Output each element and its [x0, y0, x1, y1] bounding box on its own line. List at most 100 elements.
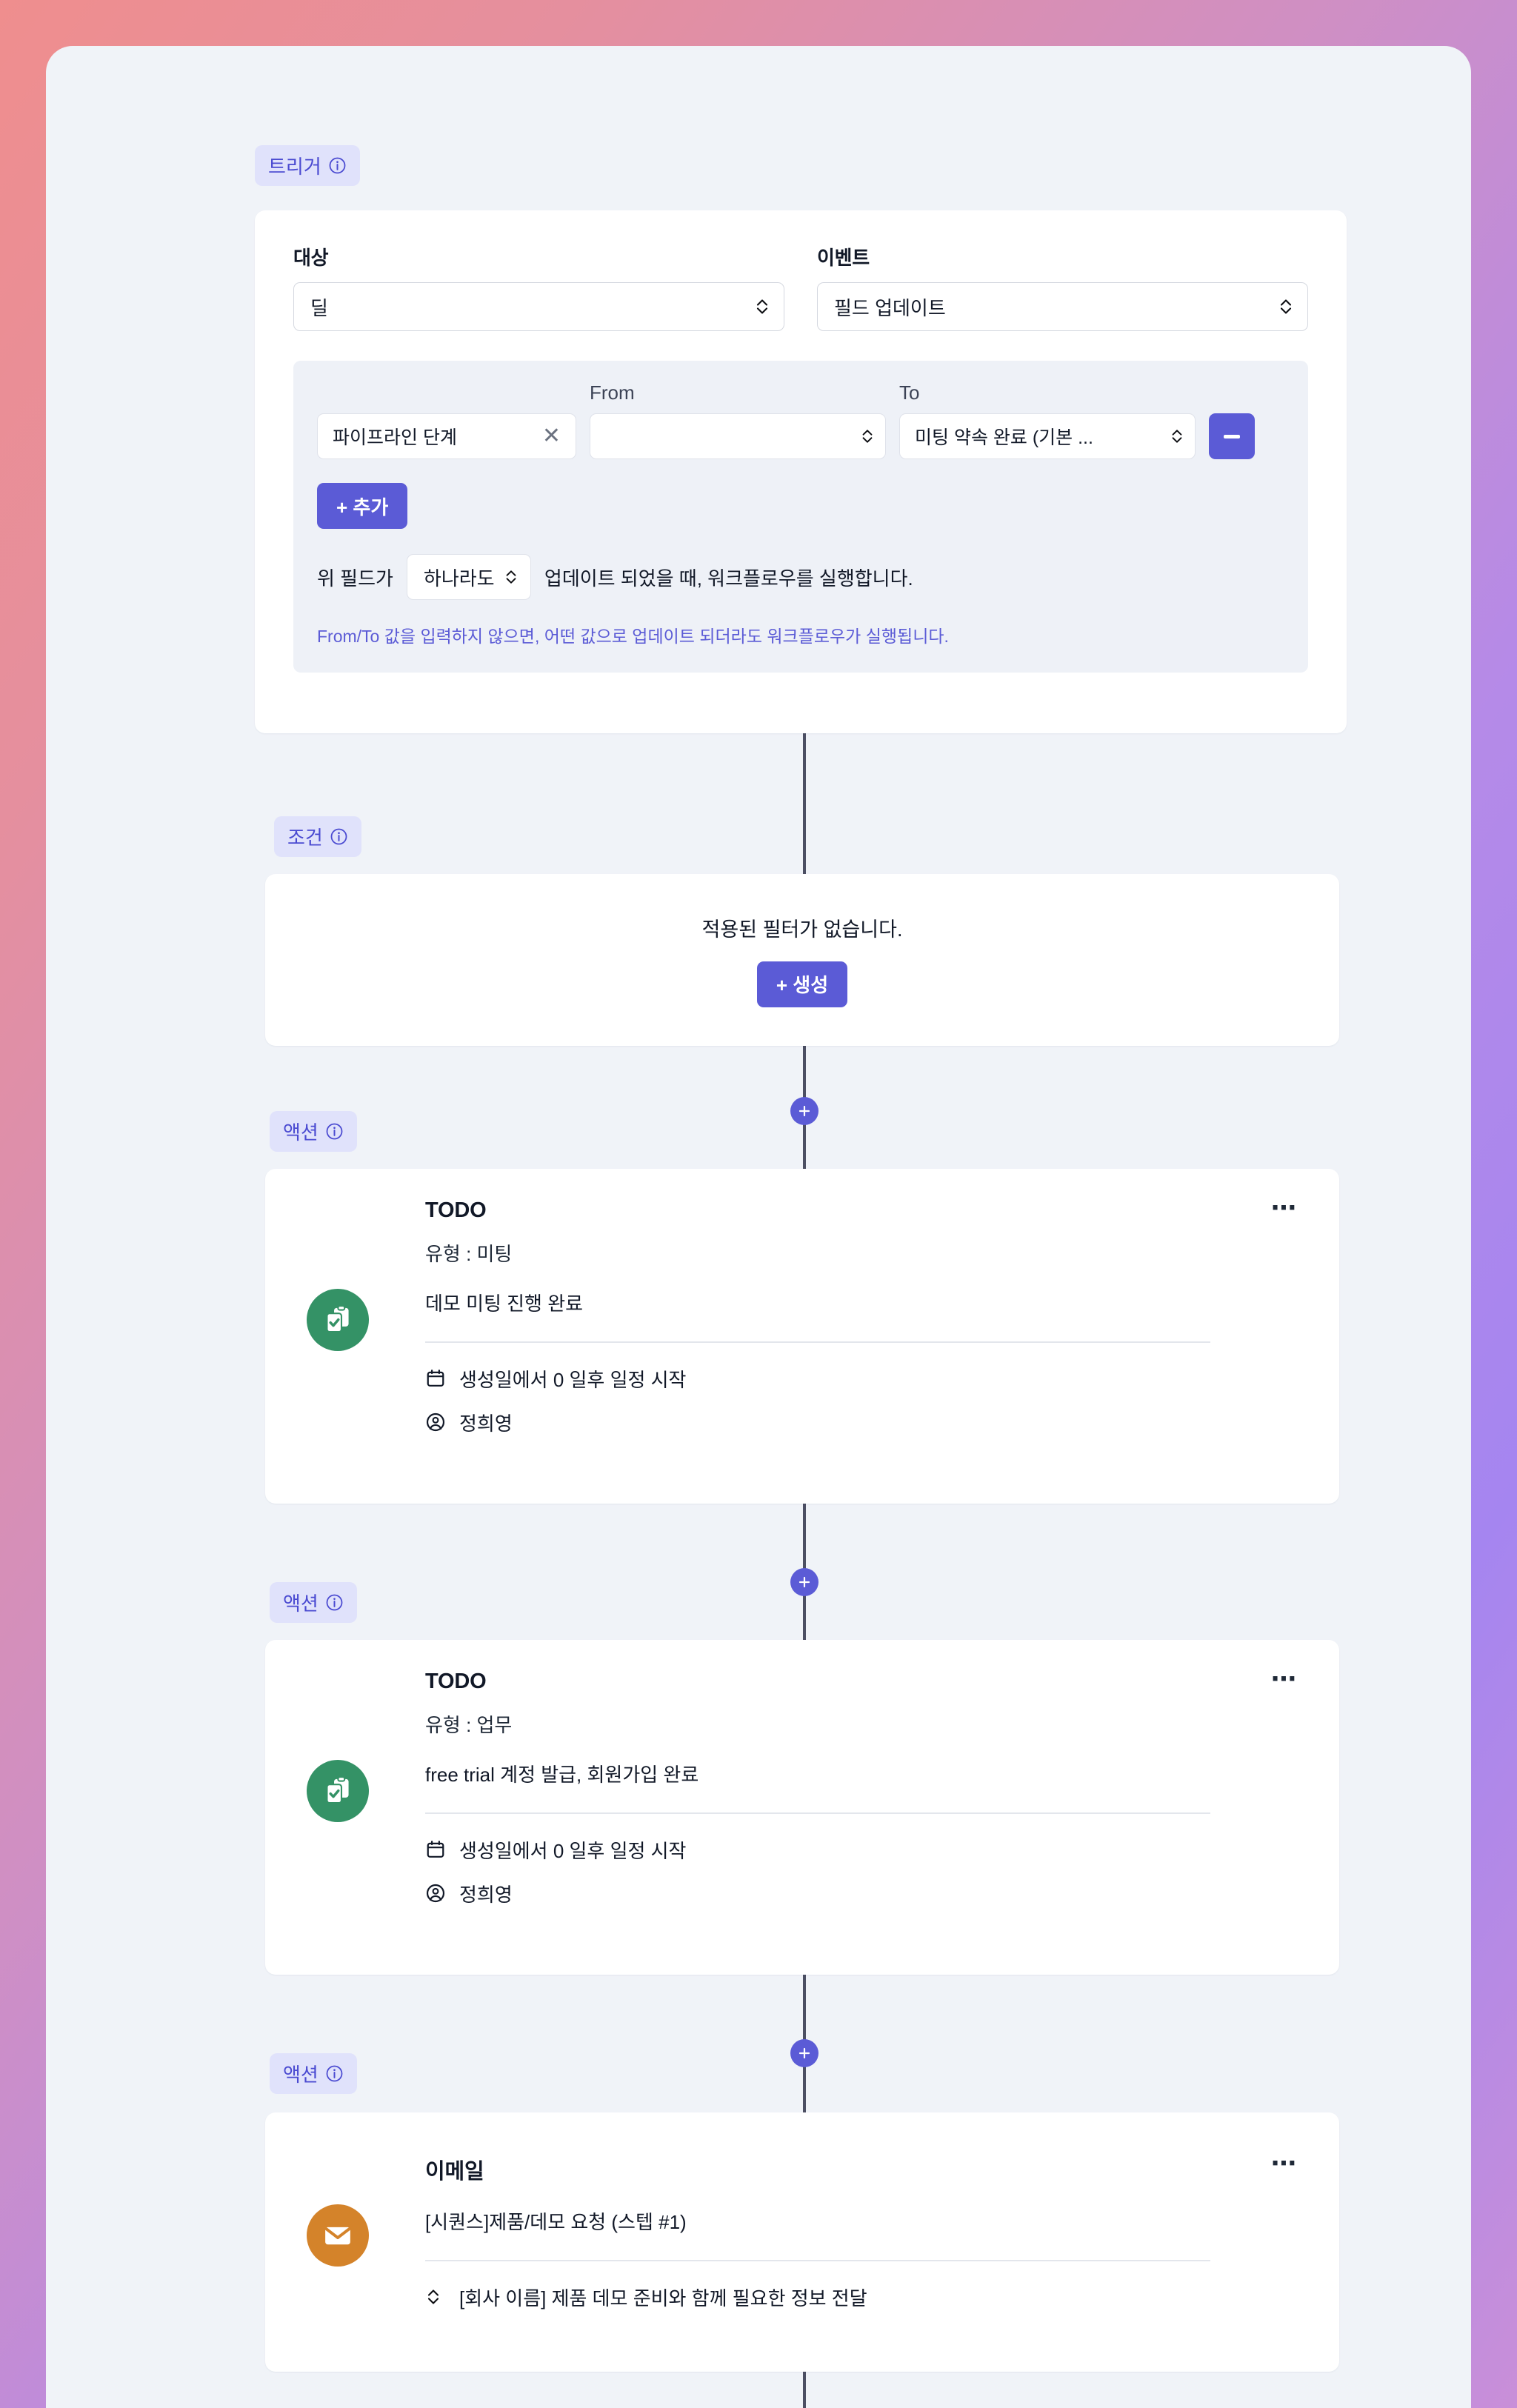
info-icon[interactable] [325, 2064, 344, 2083]
action-pill-1[interactable]: 액션 [270, 1111, 357, 1152]
action-pill-2[interactable]: 액션 [270, 1582, 357, 1623]
action-1-divider [425, 1341, 1210, 1343]
action-1-description: 데모 미팅 진행 완료 [425, 1293, 584, 1315]
action-pill-label-3: 액션 [283, 2064, 319, 2086]
condition-section-header: 조건 [274, 816, 361, 857]
chevron-up-down-icon [1280, 299, 1292, 314]
action-2-divider [425, 1812, 1210, 1814]
add-step-button-3[interactable] [790, 2039, 818, 2067]
condition-card: 적용된 필터가 없습니다. + 생성 [265, 874, 1339, 1046]
gradient-frame: 트리거 대상 딜 이벤트 필드 업데이트 From To 파이프라인 단계 ✕ … [0, 0, 1517, 2408]
from-column-label: From [590, 381, 635, 404]
trigger-event-label: 이벤트 [817, 247, 870, 269]
action-1-type: 유형 : 미팅 [425, 1243, 513, 1265]
action-pill-3[interactable]: 액션 [270, 2053, 357, 2094]
action-3-section-header: 액션 [270, 2053, 357, 2094]
action-2-owner: 정희영 [425, 1880, 1283, 1907]
action-3-subject-text: [회사 이름] 제품 데모 준비와 함께 필요한 정보 전달 [459, 2287, 867, 2309]
chevron-up-down-icon [862, 430, 873, 443]
action-1-section-header: 액션 [270, 1111, 357, 1152]
remove-condition-row-button[interactable] [1209, 413, 1255, 459]
add-step-button-1[interactable] [790, 1097, 818, 1125]
from-to-column-headers: From To [317, 381, 1284, 404]
action-2-body: ⋯ TODO 유형 : 업무 free trial 계정 발급, 회원가입 완료… [425, 1667, 1298, 1907]
to-value-select[interactable]: 미팅 약속 완료 (기본 ... [899, 413, 1196, 459]
action-1-icon-col [307, 1198, 425, 1436]
info-icon[interactable] [330, 827, 348, 846]
trigger-card: 대상 딜 이벤트 필드 업데이트 From To 파이프라인 단계 ✕ 미팅 약… [255, 210, 1347, 733]
action-3-description: [시퀀스]제품/데모 요청 (스텝 #1) [425, 2211, 687, 2233]
info-icon[interactable] [325, 1122, 344, 1141]
chevron-up-down-icon [1172, 430, 1182, 443]
action-3-title: 이메일 [425, 2160, 484, 2184]
create-filter-button[interactable]: + 생성 [756, 961, 848, 1007]
envelope-icon [307, 2204, 369, 2267]
trigger-event-select[interactable]: 필드 업데이트 [817, 282, 1308, 331]
workflow-canvas: 트리거 대상 딜 이벤트 필드 업데이트 From To 파이프라인 단계 ✕ … [46, 46, 1471, 2408]
user-circle-icon [426, 1413, 445, 1432]
from-to-row: 파이프라인 단계 ✕ 미팅 약속 완료 (기본 ... [317, 413, 1284, 459]
connector-trigger-to-condition [803, 733, 806, 874]
field-chip[interactable]: 파이프라인 단계 ✕ [317, 413, 576, 459]
ellipsis-icon[interactable]: ⋯ [1271, 1195, 1298, 1221]
action-2-owner-text: 정희영 [459, 1883, 513, 1906]
chevron-up-down-icon [756, 299, 768, 314]
match-mode-value: 하나라도 [423, 567, 495, 590]
ellipsis-icon[interactable]: ⋯ [1271, 2151, 1298, 2176]
trigger-event-value: 필드 업데이트 [834, 296, 946, 319]
calendar-icon [427, 1841, 444, 1858]
chevron-up-down-icon[interactable] [425, 2286, 441, 2308]
action-card-2[interactable]: ⋯ TODO 유형 : 업무 free trial 계정 발급, 회원가입 완료… [265, 1640, 1339, 1975]
action-card-3[interactable]: ⋯ 이메일 [시퀀스]제품/데모 요청 (스텝 #1) [회사 이름] 제품 데… [265, 2112, 1339, 2372]
chevron-up-down-icon [506, 570, 516, 584]
clipboard-check-icon [307, 1289, 369, 1352]
match-mode-select[interactable]: 하나라도 [406, 554, 531, 600]
info-icon[interactable] [325, 1593, 344, 1612]
sentence-prefix: 위 필드가 [317, 567, 393, 590]
action-3-icon-col [307, 2154, 425, 2311]
condition-empty-text: 적용된 필터가 없습니다. [701, 918, 903, 941]
action-3-divider [425, 2260, 1210, 2261]
trigger-section-header: 트리거 [255, 145, 360, 186]
action-1-schedule: 생성일에서 0 일후 일정 시작 [425, 1365, 1283, 1393]
action-card-1[interactable]: ⋯ TODO 유형 : 미팅 데모 미팅 진행 완료 생성일에서 0 일후 일정… [265, 1169, 1339, 1504]
connector-action-3-to-end [803, 2372, 806, 2408]
action-3-subject: [회사 이름] 제품 데모 준비와 함께 필요한 정보 전달 [425, 2284, 1283, 2311]
action-2-description: free trial 계정 발급, 회원가입 완료 [425, 1764, 699, 1786]
add-condition-row-button[interactable]: + 추가 [317, 483, 408, 529]
from-value-select[interactable] [590, 413, 886, 459]
trigger-event-group: 이벤트 필드 업데이트 [817, 243, 1308, 331]
action-2-section-header: 액션 [270, 1582, 357, 1623]
action-1-body: ⋯ TODO 유형 : 미팅 데모 미팅 진행 완료 생성일에서 0 일후 일정… [425, 1195, 1298, 1436]
trigger-target-select[interactable]: 딜 [293, 282, 784, 331]
add-step-button-2[interactable] [790, 1568, 818, 1596]
to-column-label: To [899, 381, 920, 404]
action-3-body: ⋯ 이메일 [시퀀스]제품/데모 요청 (스텝 #1) [회사 이름] 제품 데… [425, 2151, 1298, 2311]
trigger-pill[interactable]: 트리거 [255, 145, 360, 186]
sentence-suffix: 업데이트 되었을 때, 워크플로우를 실행합니다. [544, 567, 913, 590]
action-2-type: 유형 : 업무 [425, 1714, 513, 1736]
trigger-field-row: 대상 딜 이벤트 필드 업데이트 [293, 243, 1308, 331]
close-x-icon[interactable]: ✕ [542, 425, 561, 447]
minus-icon [1224, 434, 1240, 438]
from-to-panel: From To 파이프라인 단계 ✕ 미팅 약속 완료 (기본 ... + 추가… [293, 361, 1308, 673]
action-1-title: TODO [425, 1198, 487, 1222]
ellipsis-icon[interactable]: ⋯ [1271, 1667, 1298, 1692]
action-pill-label-2: 액션 [283, 1592, 319, 1615]
action-1-owner-text: 정희영 [459, 1412, 513, 1435]
info-icon[interactable] [328, 156, 347, 175]
action-2-schedule-text: 생성일에서 0 일후 일정 시작 [459, 1839, 687, 1862]
calendar-icon [427, 1370, 444, 1387]
from-to-hint-text: From/To 값을 입력하지 않으면, 어떤 값으로 업데이트 되더라도 워크… [317, 627, 949, 646]
field-chip-label: 파이프라인 단계 [333, 427, 457, 448]
trigger-target-group: 대상 딜 [293, 243, 784, 331]
action-2-title: TODO [425, 1670, 487, 1693]
trigger-target-value: 딜 [310, 296, 328, 319]
action-1-schedule-text: 생성일에서 0 일후 일정 시작 [459, 1368, 687, 1391]
match-mode-sentence: 위 필드가 하나라도 업데이트 되었을 때, 워크플로우를 실행합니다. [317, 554, 1284, 600]
condition-pill[interactable]: 조건 [274, 816, 361, 857]
action-2-schedule: 생성일에서 0 일후 일정 시작 [425, 1836, 1283, 1864]
user-circle-icon [426, 1884, 445, 1903]
trigger-pill-label: 트리거 [268, 156, 321, 178]
trigger-target-label: 대상 [293, 247, 329, 269]
